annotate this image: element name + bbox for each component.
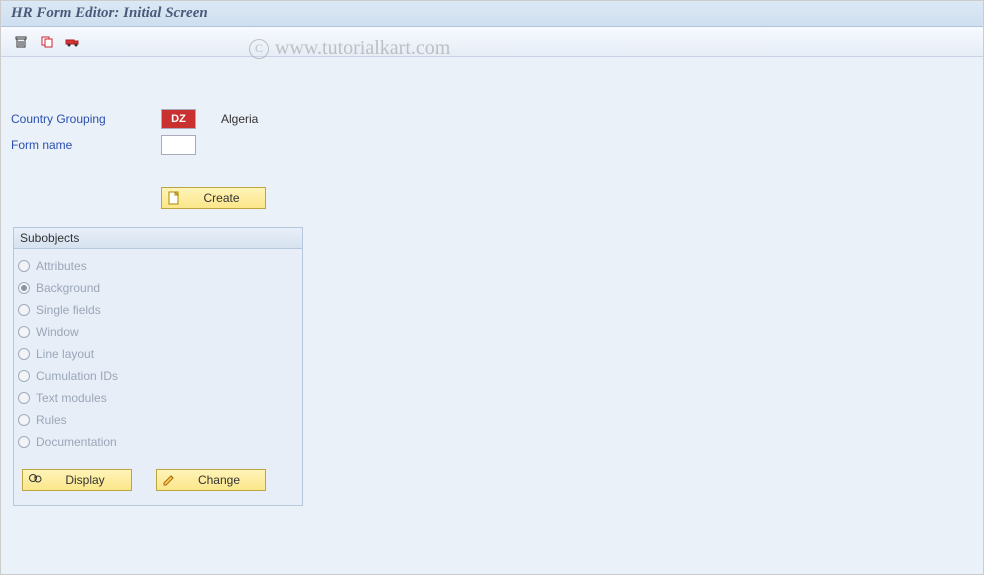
subobjects-panel: Subobjects Attributes Background Single fi… xyxy=(13,227,303,506)
radio-label: Documentation xyxy=(36,435,117,449)
radio-item[interactable]: Single fields xyxy=(18,299,298,321)
radio-icon xyxy=(18,414,30,426)
radio-icon xyxy=(18,282,30,294)
radio-item[interactable]: Attributes xyxy=(18,255,298,277)
radio-label: Cumulation IDs xyxy=(36,369,118,383)
country-label: Country Grouping xyxy=(11,112,161,126)
radio-item[interactable]: Documentation xyxy=(18,431,298,453)
radio-label: Window xyxy=(36,325,79,339)
radio-item[interactable]: Background xyxy=(18,277,298,299)
radio-label: Attributes xyxy=(36,259,87,273)
country-name-text: Algeria xyxy=(221,112,258,126)
delete-icon[interactable] xyxy=(11,33,31,51)
toolbar xyxy=(1,27,983,57)
radio-label: Single fields xyxy=(36,303,101,317)
create-icon xyxy=(166,190,182,206)
radio-item[interactable]: Cumulation IDs xyxy=(18,365,298,387)
form-name-label: Form name xyxy=(11,138,161,152)
radio-item[interactable]: Window xyxy=(18,321,298,343)
change-button[interactable]: Change xyxy=(156,469,266,491)
content-area: Country Grouping DZ Algeria Form name Cr… xyxy=(1,57,983,516)
radio-icon xyxy=(18,392,30,404)
radio-item[interactable]: Line layout xyxy=(18,343,298,365)
radio-label: Text modules xyxy=(36,391,107,405)
create-button-label: Create xyxy=(186,191,257,205)
radio-icon xyxy=(18,304,30,316)
radio-icon xyxy=(18,260,30,272)
title-bar: HR Form Editor: Initial Screen xyxy=(1,1,983,27)
radio-label: Background xyxy=(36,281,100,295)
radio-item[interactable]: Rules xyxy=(18,409,298,431)
form-name-row: Form name xyxy=(11,133,973,157)
change-button-label: Change xyxy=(181,473,257,487)
radio-icon xyxy=(18,348,30,360)
pencil-icon xyxy=(161,472,177,488)
subobjects-title: Subobjects xyxy=(14,228,302,249)
transport-icon[interactable] xyxy=(63,33,83,51)
page-title: HR Form Editor: Initial Screen xyxy=(11,5,208,22)
radio-label: Line layout xyxy=(36,347,94,361)
copy-icon[interactable] xyxy=(37,33,57,51)
radio-icon xyxy=(18,436,30,448)
radio-icon xyxy=(18,370,30,382)
country-code-input[interactable]: DZ xyxy=(161,109,196,129)
display-button-label: Display xyxy=(47,473,123,487)
create-button[interactable]: Create xyxy=(161,187,266,209)
display-button[interactable]: Display xyxy=(22,469,132,491)
country-row: Country Grouping DZ Algeria xyxy=(11,107,973,131)
radio-label: Rules xyxy=(36,413,67,427)
form-name-input[interactable] xyxy=(161,135,196,155)
display-icon xyxy=(27,472,43,488)
radio-icon xyxy=(18,326,30,338)
radio-item[interactable]: Text modules xyxy=(18,387,298,409)
subobjects-radio-list: Attributes Background Single fields Window L… xyxy=(14,249,302,459)
